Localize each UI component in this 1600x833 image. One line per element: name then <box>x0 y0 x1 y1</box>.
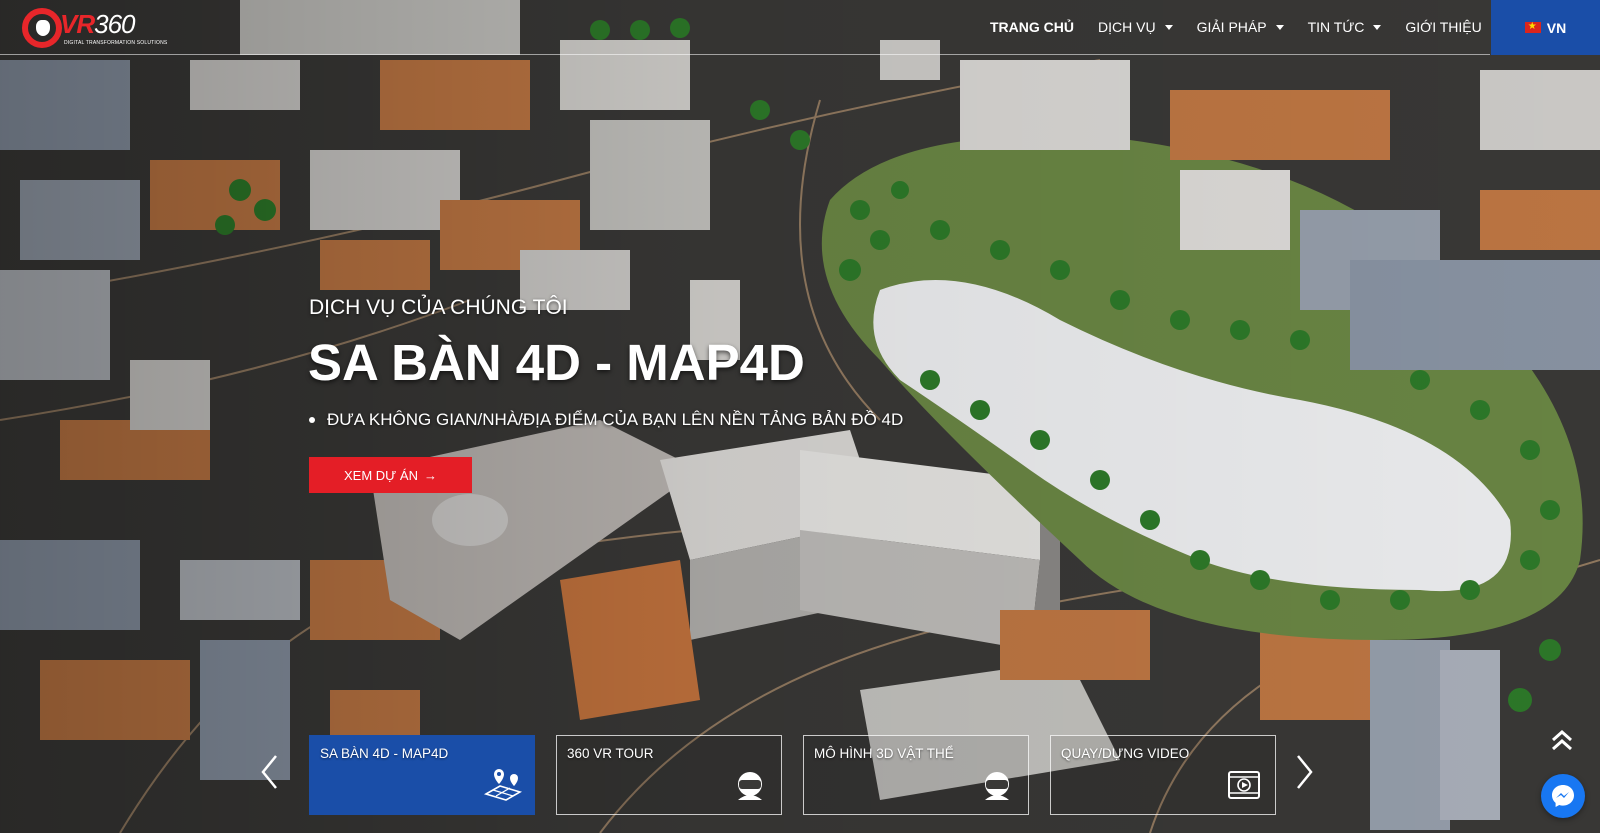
vr-headset-icon <box>985 772 1009 800</box>
nav-item-home[interactable]: TRANG CHỦ <box>990 19 1074 35</box>
chevron-left-icon <box>261 755 277 789</box>
caret-down-icon <box>1373 24 1382 30</box>
service-card-label: QUAY/DỰNG VIDEO <box>1061 746 1190 761</box>
nav-item-services[interactable]: DỊCH VỤ <box>1098 19 1173 35</box>
language-switcher[interactable]: VN <box>1491 0 1600 55</box>
logo-number: 360 <box>94 9 135 39</box>
service-card-3d-model[interactable]: MÔ HÌNH 3D VẬT THỂ <box>803 735 1029 815</box>
double-chevron-up-icon <box>1552 729 1572 751</box>
nav-item-about[interactable]: GIỚI THIỆU <box>1405 19 1481 35</box>
nav-item-label: TRANG CHỦ <box>990 19 1074 35</box>
service-card-label: 360 VR TOUR <box>567 746 654 761</box>
bullet-dot-icon <box>309 417 315 423</box>
hero-bullet: ĐƯA KHÔNG GIAN/NHÀ/ĐỊA ĐIỂM CỦA BẠN LÊN … <box>309 410 903 430</box>
site-header: VR360 DIGITAL TRANSFORMATION SOLUTIONS T… <box>0 0 1600 55</box>
nav-item-news[interactable]: TIN TỨC <box>1308 19 1382 35</box>
messenger-icon <box>1552 785 1574 807</box>
logo-tagline: DIGITAL TRANSFORMATION SOLUTIONS <box>64 40 168 46</box>
video-film-icon <box>1228 771 1260 799</box>
vr-headset-icon <box>738 772 762 800</box>
chevron-right-icon <box>1297 755 1313 789</box>
view-projects-button[interactable]: XEM DỰ ÁN → <box>309 457 472 493</box>
service-card-label: MÔ HÌNH 3D VẬT THỂ <box>814 746 954 761</box>
nav-item-label: GIỚI THIỆU <box>1405 19 1482 35</box>
main-nav: TRANG CHỦ DỊCH VỤ GIẢI PHÁP TIN TỨC GIỚI… <box>990 0 1506 54</box>
nav-item-solutions[interactable]: GIẢI PHÁP <box>1197 19 1284 35</box>
caret-down-icon <box>1164 24 1173 30</box>
scroll-to-top-button[interactable] <box>1549 727 1575 753</box>
service-card-video[interactable]: QUAY/DỰNG VIDEO <box>1050 735 1276 815</box>
caret-down-icon <box>1275 24 1284 30</box>
service-card-label: SA BÀN 4D - MAP4D <box>320 746 449 761</box>
messenger-chat-button[interactable] <box>1541 774 1585 818</box>
nav-item-label: DỊCH VỤ <box>1098 19 1156 35</box>
service-card-vr-tour[interactable]: 360 VR TOUR <box>556 735 782 815</box>
logo-wordmark: VR360 <box>60 9 136 39</box>
nav-item-label: GIẢI PHÁP <box>1196 19 1267 35</box>
header-divider <box>0 54 1490 55</box>
service-card-map4d[interactable]: SA BÀN 4D - MAP4D <box>309 735 535 815</box>
view-projects-label: XEM DỰ ÁN <box>344 467 418 483</box>
hero-bullet-text: ĐƯA KHÔNG GIAN/NHÀ/ĐỊA ĐIỂM CỦA BẠN LÊN … <box>327 410 904 429</box>
slider-next-button[interactable] <box>1292 752 1316 792</box>
slider-prev-button[interactable] <box>258 752 282 792</box>
vietnam-flag-icon <box>1524 19 1541 34</box>
hero-title: SA BÀN 4D - MAP4D <box>308 334 805 391</box>
logo-mark-icon <box>22 8 62 48</box>
hero-subtitle: DỊCH VỤ CỦA CHÚNG TÔI <box>309 296 568 319</box>
map-grid-icon <box>483 769 523 801</box>
arrow-right-icon: → <box>423 467 437 483</box>
site-logo[interactable]: VR360 DIGITAL TRANSFORMATION SOLUTIONS <box>22 8 167 48</box>
nav-item-label: TIN TỨC <box>1307 19 1365 35</box>
language-label: VN <box>1546 19 1567 36</box>
